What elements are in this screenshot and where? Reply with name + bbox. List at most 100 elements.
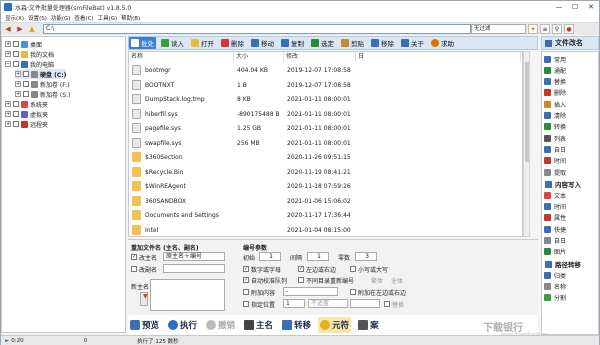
back-icon[interactable]: ◀	[3, 24, 13, 34]
filter-select[interactable]: 无过滤	[471, 24, 526, 34]
file-row[interactable]: DumpStack.log.tmp 8 KB 2021-01-11 08:00:01	[129, 92, 519, 107]
side-item[interactable]: 自日	[544, 144, 598, 154]
tree-checkbox[interactable]	[23, 91, 29, 97]
ext-name-checkbox[interactable]	[131, 266, 137, 272]
clipboard-button[interactable]: 剪贴	[339, 37, 366, 49]
load-button[interactable]: 读入	[159, 37, 186, 49]
tree-item-drive-s[interactable]: + 新加卷 (S:)	[15, 89, 70, 99]
auto-queue-checkbox[interactable]: ✓	[243, 277, 249, 283]
expand-icon[interactable]: +	[15, 81, 21, 87]
tree-item-system[interactable]: + 系统夹	[5, 99, 48, 109]
arrow-down-icon[interactable]: ▼	[140, 292, 148, 306]
file-row[interactable]: BOOTNXT 1 B 2019-12-07 17:08:58	[129, 78, 519, 93]
side-item[interactable]: 时间	[544, 156, 598, 166]
side-section-content-write[interactable]: 内容写入	[542, 179, 600, 189]
select-button[interactable]: 选定	[309, 37, 336, 49]
undo-button[interactable]: 撤销	[204, 317, 237, 333]
new-main-input[interactable]	[150, 279, 225, 311]
file-row[interactable]: $360Section 2020-11-26 09:51:15	[129, 150, 519, 165]
file-row[interactable]: 360SANDBOX 2021-01-06 15:06:02	[129, 194, 519, 209]
file-row[interactable]: pagefile.sys 1.25 GB 2021-01-11 08:00:01	[129, 121, 519, 136]
menu-view[interactable]: 查看(C)	[74, 14, 93, 22]
copy-button[interactable]: 复制	[279, 37, 306, 49]
tree-item-drive-c[interactable]: + 硬盘 (C:)	[15, 69, 67, 79]
side-item[interactable]: 图片	[544, 247, 598, 257]
about-button[interactable]: 关于	[399, 37, 426, 49]
side-item[interactable]: 替换	[544, 77, 598, 87]
side-item[interactable]: 属性	[544, 213, 598, 223]
column-header-date[interactable]: 日	[356, 52, 521, 62]
file-row[interactable]: $Recycle.Bin 2020-11-19 08:41:21	[129, 165, 519, 180]
side-item[interactable]: 提取	[544, 167, 598, 177]
path-input[interactable]: C:\	[43, 24, 471, 34]
menu-help[interactable]: 帮助(B)	[121, 14, 140, 22]
file-row[interactable]: hiberfil.sys -890175488 B 2021-01-11 08:00…	[129, 107, 519, 122]
case-checkbox[interactable]	[350, 266, 356, 272]
tree-checkbox[interactable]	[13, 121, 19, 127]
position-select[interactable]: 不适置	[308, 299, 348, 308]
side-section-path-transfer[interactable]: 路径转移	[542, 259, 600, 269]
side-item[interactable]: 常用	[544, 54, 598, 64]
tree-checkbox[interactable]	[13, 111, 19, 117]
side-item[interactable]: 插入	[544, 99, 598, 109]
main-name-button[interactable]: 主名	[242, 317, 275, 333]
side-item[interactable]: 清除	[544, 111, 598, 121]
batch-button[interactable]: 批处	[129, 37, 156, 49]
start-input[interactable]: 1	[259, 252, 281, 261]
file-row[interactable]: bootmgr 404.04 KB 2019-12-07 17:08:58	[129, 63, 519, 78]
tree-checkbox[interactable]	[13, 41, 19, 47]
side-item[interactable]: 删除	[544, 88, 598, 98]
file-list-scrollbar[interactable]	[523, 51, 530, 237]
main-name-select[interactable]: 原主名＋编号	[163, 252, 225, 261]
expand-icon[interactable]: +	[5, 101, 11, 107]
expand-icon[interactable]: +	[5, 51, 11, 57]
filter-icon[interactable]: ⚲	[552, 24, 562, 34]
tree-checkbox[interactable]	[13, 61, 19, 67]
column-header-modified[interactable]: 修改	[284, 52, 356, 62]
delete-button[interactable]: 删除	[219, 37, 246, 49]
file-row[interactable]: Intel 2021-01-04 08:15:00	[129, 223, 519, 237]
append-input[interactable]: -	[283, 287, 338, 296]
menu-display[interactable]: 显示(X)	[5, 14, 24, 22]
expand-icon[interactable]: +	[15, 91, 21, 97]
list-view-icon[interactable]: ≡	[540, 24, 550, 34]
file-row[interactable]: swapfile.sys 256 MB 2021-01-11 08:00:01	[129, 136, 519, 151]
tree-item-virtual[interactable]: + 虚拟夹	[5, 109, 48, 119]
side-item[interactable]: 名称	[544, 281, 598, 291]
menu-function[interactable]: 功能(G)	[51, 14, 71, 22]
ext-name-input[interactable]	[163, 264, 225, 273]
scheme-button[interactable]: 案	[356, 317, 381, 333]
expand-icon[interactable]: +	[5, 121, 11, 127]
tree-checkbox[interactable]	[23, 71, 29, 77]
leftright-checkbox[interactable]: ✓	[298, 266, 304, 272]
main-name-checkbox[interactable]: ✓	[131, 254, 137, 260]
tree-item-documents[interactable]: + 我的文档	[5, 49, 54, 59]
preview-button[interactable]: 预览	[128, 317, 161, 333]
menu-tools[interactable]: 工具(G)	[98, 14, 118, 22]
filter-apply-icon[interactable]: ✦	[528, 24, 538, 34]
column-header-size[interactable]: 大小	[234, 52, 284, 62]
side-item[interactable]: 时间	[544, 202, 598, 212]
file-row[interactable]: $WinREAgent 2020-11-18 07:59:26	[129, 179, 519, 194]
side-item[interactable]: 归类	[544, 270, 598, 280]
up-folder-icon[interactable]: ▲	[27, 24, 37, 34]
side-item[interactable]: 转换	[544, 122, 598, 132]
expand-icon[interactable]: +	[15, 71, 21, 77]
execute-button[interactable]: 执行	[166, 317, 199, 333]
tree-checkbox[interactable]	[23, 81, 29, 87]
close-button[interactable]: ✕	[583, 1, 599, 13]
side-item[interactable]: 通配	[544, 65, 598, 75]
append-edge-checkbox[interactable]	[350, 289, 356, 295]
side-item[interactable]: 文本	[544, 190, 598, 200]
append-checkbox[interactable]	[243, 289, 249, 295]
help-button[interactable]: 求助	[429, 37, 456, 49]
tree-item-drive-f[interactable]: + 新加卷 (F:)	[15, 79, 70, 89]
alnum-checkbox[interactable]: ✓	[243, 266, 249, 272]
column-header-name[interactable]: 名称	[129, 52, 234, 62]
replace-checkbox[interactable]	[384, 301, 390, 307]
expand-icon[interactable]: +	[5, 41, 11, 47]
tree-item-desktop[interactable]: + 桌面	[5, 39, 42, 49]
remove-button[interactable]: 移除	[369, 37, 396, 49]
menu-settings[interactable]: 设置(S)	[28, 14, 47, 22]
side-item[interactable]: 分割	[544, 293, 598, 303]
